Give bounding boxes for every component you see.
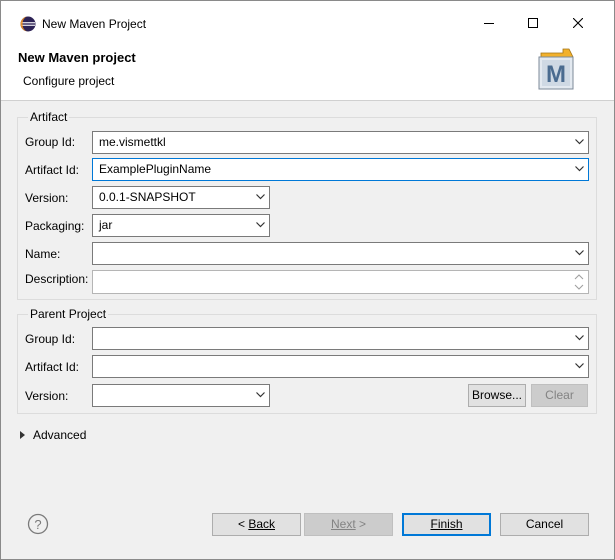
browse-button[interactable]: Browse...	[468, 384, 526, 407]
artifact-version-combo[interactable]: 0.0.1-SNAPSHOT	[92, 186, 270, 209]
window-title: New Maven Project	[42, 17, 147, 31]
cancel-button[interactable]: Cancel	[500, 513, 589, 536]
packaging-combo[interactable]: jar	[92, 214, 270, 237]
chevron-down-icon	[256, 194, 265, 200]
next-label: Next	[330, 517, 356, 531]
finish-button[interactable]: Finish	[402, 513, 491, 536]
chevron-down-icon	[575, 250, 584, 256]
clear-button[interactable]: Clear	[531, 384, 588, 407]
close-button[interactable]	[563, 9, 593, 37]
minimize-icon	[484, 23, 494, 24]
chevron-down-icon	[256, 222, 265, 228]
chevron-down-icon	[256, 392, 265, 398]
packaging-value: jar	[99, 218, 113, 232]
parent-artifact-id-combo[interactable]	[92, 355, 589, 378]
maximize-button[interactable]	[518, 9, 548, 37]
advanced-label: Advanced	[33, 428, 87, 442]
parent-version-combo[interactable]	[92, 384, 270, 407]
parent-project-group-title: Parent Project	[28, 307, 109, 321]
description-textarea[interactable]	[92, 270, 589, 294]
artifact-group-id-label: Group Id:	[25, 135, 76, 149]
chevron-down-icon	[575, 363, 584, 369]
back-label: Back	[248, 517, 276, 531]
back-button[interactable]: < Back	[212, 513, 301, 536]
artifact-version-value: 0.0.1-SNAPSHOT	[99, 190, 196, 204]
maven-logo-letter: M	[546, 61, 566, 88]
name-label: Name:	[25, 247, 61, 261]
artifact-id-value: ExamplePluginName	[99, 162, 212, 176]
next-button[interactable]: Next >	[304, 513, 393, 536]
maven-project-dialog: New Maven Project New Maven project Conf…	[0, 0, 615, 560]
artifact-id-label: Artifact Id:	[25, 163, 80, 177]
minimize-button[interactable]	[474, 9, 504, 37]
parent-group-id-label: Group Id:	[25, 332, 76, 346]
parent-group-id-combo[interactable]	[92, 327, 589, 350]
finish-label: Finish	[430, 517, 463, 531]
parent-version-label: Version:	[25, 389, 69, 403]
artifact-group-id-combo[interactable]: me.vismettkl	[92, 131, 589, 154]
chevron-down-icon	[575, 166, 584, 172]
parent-artifact-id-label: Artifact Id:	[25, 360, 80, 374]
packaging-label: Packaging:	[25, 219, 85, 233]
chevron-down-icon	[575, 335, 584, 341]
artifact-group-title: Artifact	[28, 110, 70, 124]
artifact-version-label: Version:	[25, 191, 69, 205]
eclipse-icon	[20, 16, 36, 32]
wizard-banner: New Maven project Configure project M	[1, 35, 614, 101]
name-combo[interactable]	[92, 242, 589, 265]
expand-triangle-icon	[20, 431, 25, 439]
artifact-id-combo[interactable]: ExamplePluginName	[92, 158, 589, 181]
maximize-icon	[528, 18, 538, 28]
page-title: New Maven project	[18, 50, 136, 65]
page-subtitle: Configure project	[23, 74, 115, 88]
artifact-group-id-value: me.vismettkl	[99, 135, 166, 149]
help-icon[interactable]: ?	[27, 513, 49, 535]
scroll-arrows-icon[interactable]	[572, 272, 586, 292]
svg-text:?: ?	[34, 517, 41, 532]
chevron-down-icon	[575, 139, 584, 145]
wizard-content: Artifact Group Id: me.vismettkl Artifact…	[12, 102, 603, 502]
close-icon	[573, 18, 583, 28]
advanced-toggle[interactable]: Advanced	[20, 428, 86, 442]
title-bar: New Maven Project	[1, 1, 614, 35]
maven-m-logo: M	[538, 48, 574, 90]
description-label: Description:	[25, 272, 89, 286]
